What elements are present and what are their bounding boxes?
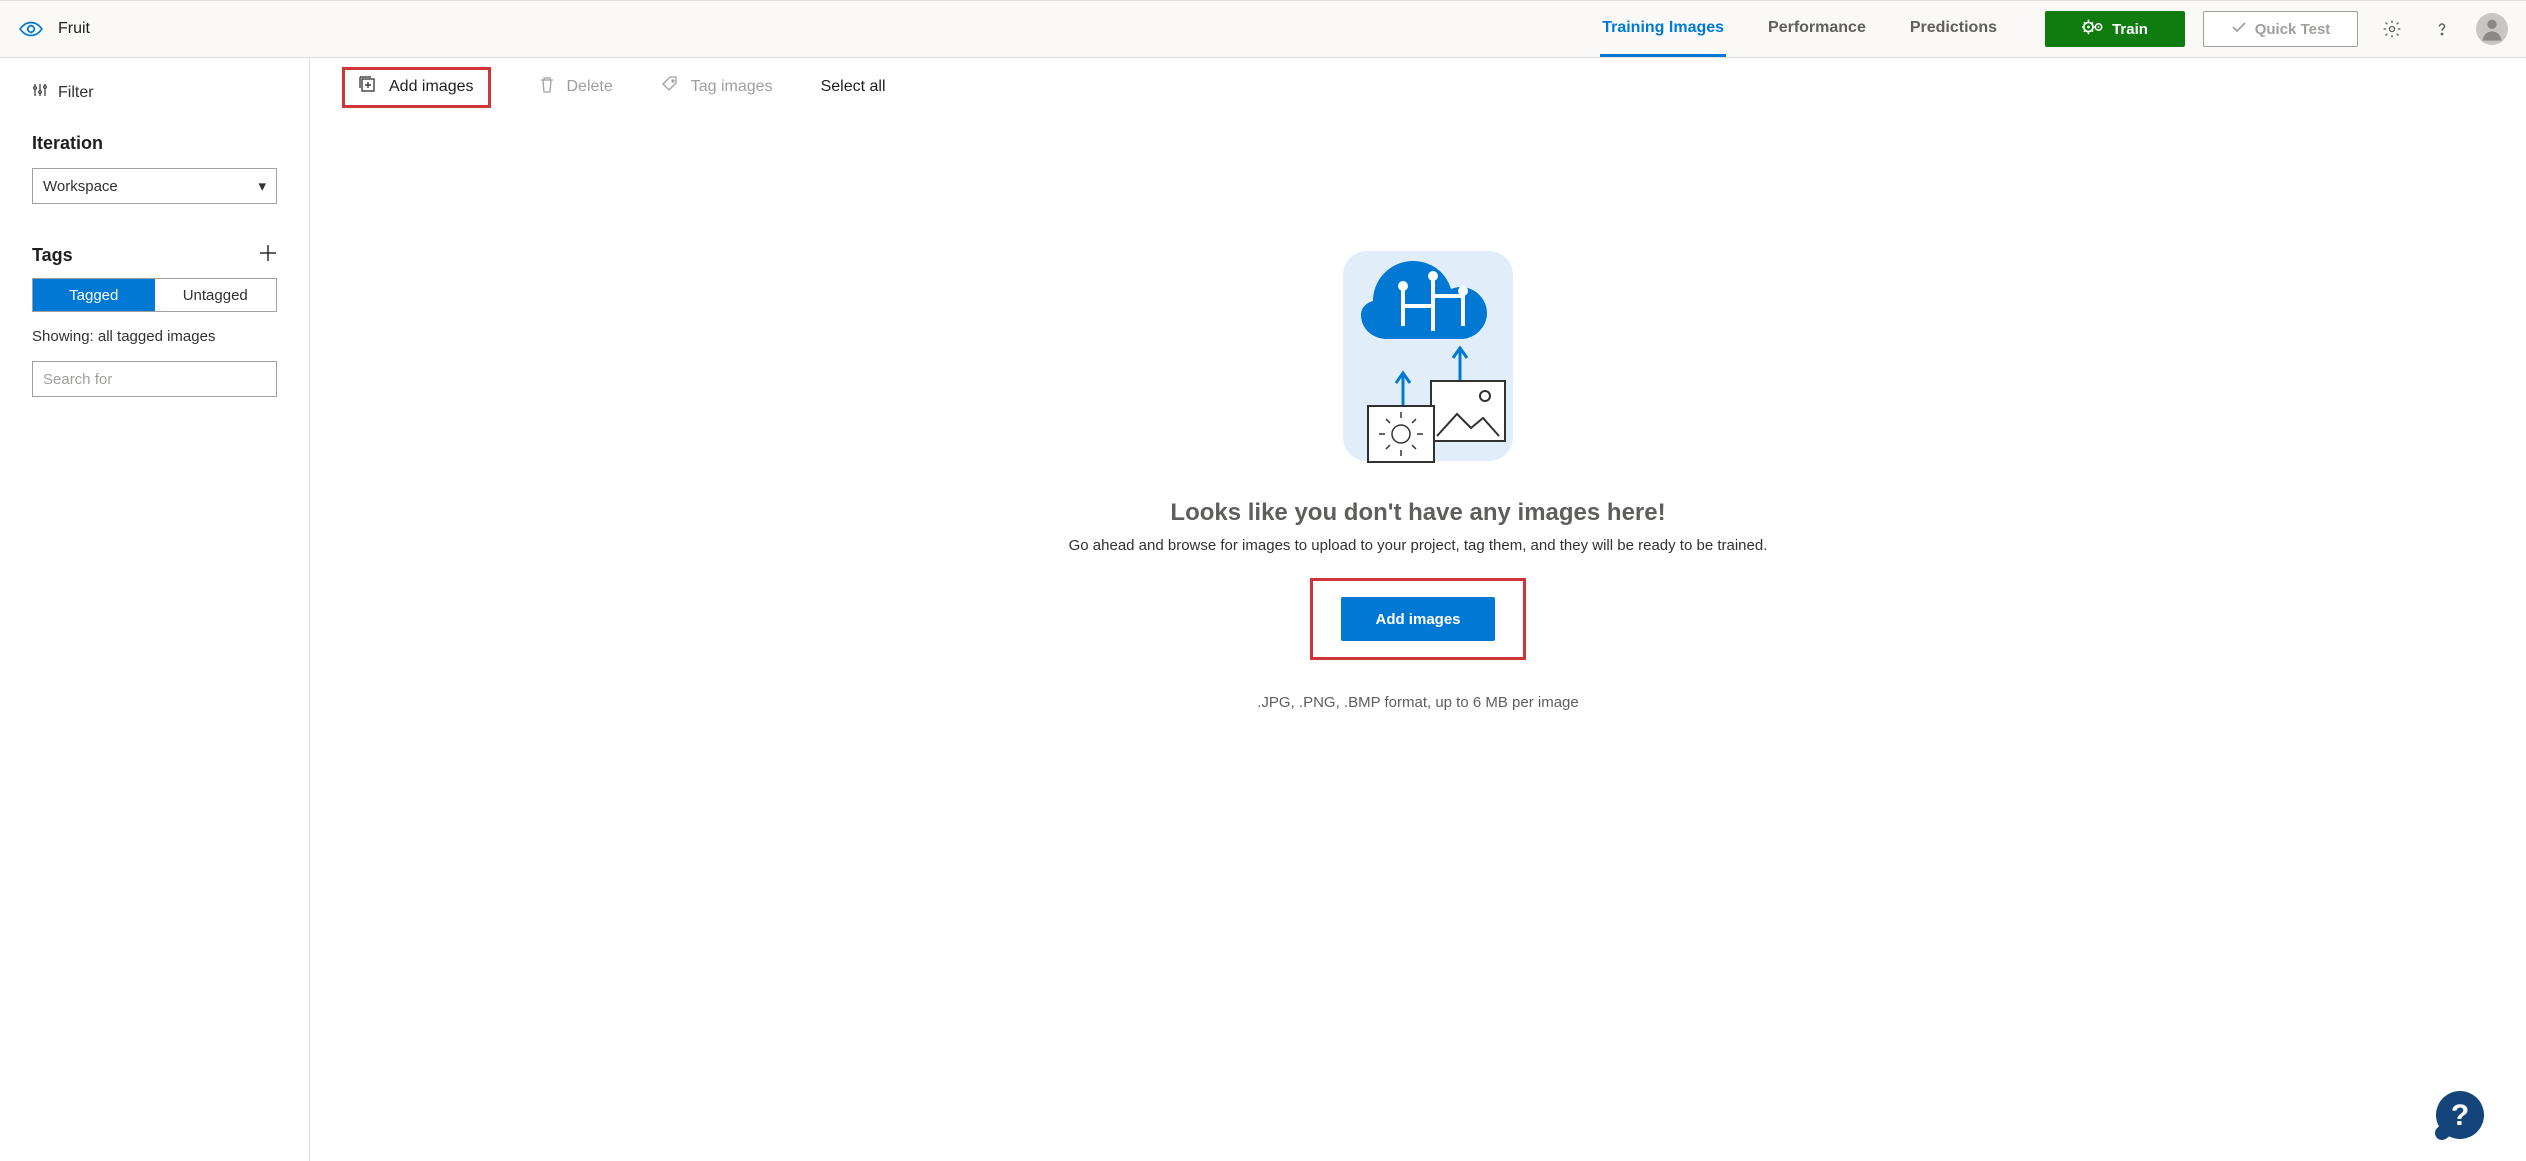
sidebar: Filter Iteration Workspace ▾ Tags Tagged… <box>0 58 310 1161</box>
train-button-label: Train <box>2112 21 2148 38</box>
top-bar: Fruit Training Images Performance Predic… <box>0 0 2526 58</box>
highlight-add-images: Add images <box>342 67 491 108</box>
add-images-icon <box>359 76 377 99</box>
filter-row[interactable]: Filter <box>32 82 277 103</box>
toolbar-add-images[interactable]: Add images <box>359 76 474 99</box>
iteration-selected-value: Workspace <box>43 178 118 195</box>
tab-predictions[interactable]: Predictions <box>1908 1 1999 57</box>
toolbar-delete: Delete <box>539 76 613 99</box>
quick-test-label: Quick Test <box>2255 21 2331 38</box>
nav-tabs: Training Images Performance Predictions <box>1600 1 2045 57</box>
tab-training-images[interactable]: Training Images <box>1600 1 1726 57</box>
toolbar-select-all[interactable]: Select all <box>821 78 886 96</box>
toolbar: Add images Delete Tag images <box>310 58 2526 116</box>
toolbar-tag-images: Tag images <box>661 76 773 99</box>
chevron-down-icon: ▾ <box>258 177 266 195</box>
highlight-add-images-primary: Add images <box>1310 578 1525 660</box>
format-hint: .JPG, .PNG, .BMP format, up to 6 MB per … <box>1257 694 1579 711</box>
tab-performance[interactable]: Performance <box>1766 1 1868 57</box>
tag-icon <box>661 76 679 99</box>
toolbar-tag-images-label: Tag images <box>691 78 773 96</box>
train-button[interactable]: Train <box>2045 11 2185 47</box>
toggle-tagged[interactable]: Tagged <box>33 279 155 311</box>
toolbar-add-images-label: Add images <box>389 78 474 96</box>
help-fab[interactable]: ? <box>2432 1089 2488 1145</box>
iteration-title: Iteration <box>32 133 277 154</box>
brand: Fruit <box>18 16 90 42</box>
empty-subtitle: Go ahead and browse for images to upload… <box>1069 537 1768 554</box>
add-images-button[interactable]: Add images <box>1341 597 1494 641</box>
svg-text:?: ? <box>2451 1099 2469 1132</box>
content: Filter Iteration Workspace ▾ Tags Tagged… <box>0 58 2526 1161</box>
empty-title: Looks like you don't have any images her… <box>1170 499 1665 527</box>
settings-icon[interactable] <box>2376 13 2408 45</box>
eye-gear-icon <box>18 16 44 42</box>
main: Add images Delete Tag images <box>310 58 2526 1161</box>
tags-title: Tags <box>32 245 73 266</box>
project-name[interactable]: Fruit <box>58 20 90 38</box>
check-icon <box>2231 19 2247 39</box>
gears-icon <box>2082 18 2104 40</box>
avatar[interactable] <box>2476 13 2508 45</box>
iteration-select[interactable]: Workspace ▾ <box>32 168 277 204</box>
add-tag-button[interactable] <box>259 242 277 268</box>
tag-filter-toggle: Tagged Untagged <box>32 278 277 312</box>
toolbar-delete-label: Delete <box>567 78 613 96</box>
filter-label: Filter <box>58 84 94 102</box>
tags-header: Tags <box>32 242 277 268</box>
tag-search-input[interactable] <box>32 361 277 397</box>
filter-icon <box>32 82 48 103</box>
quick-test-button[interactable]: Quick Test <box>2203 11 2358 47</box>
empty-illustration <box>1313 236 1523 469</box>
header-right: Train Quick Test <box>2045 11 2508 47</box>
showing-text: Showing: all tagged images <box>32 328 277 345</box>
trash-icon <box>539 76 555 99</box>
toggle-untagged[interactable]: Untagged <box>155 279 277 311</box>
help-icon[interactable] <box>2426 13 2458 45</box>
empty-state: Looks like you don't have any images her… <box>310 116 2526 1161</box>
